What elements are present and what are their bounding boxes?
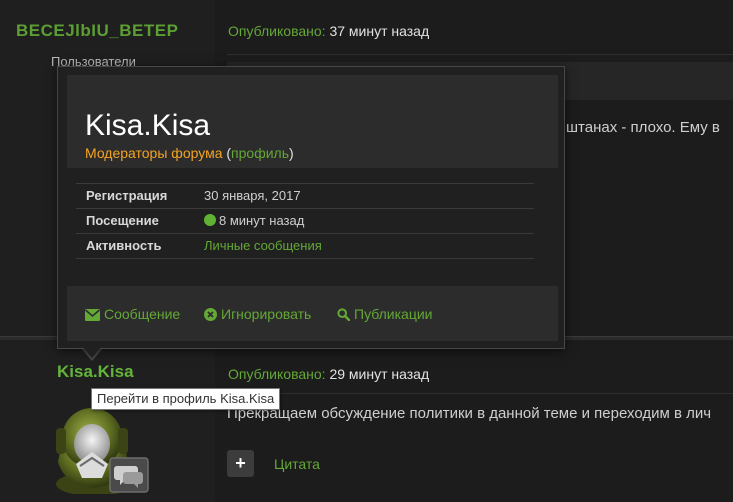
- user-group-label: Модераторы форума: [85, 145, 223, 161]
- publications-button[interactable]: Публикации: [337, 306, 432, 322]
- info-key: Активность: [86, 238, 162, 253]
- hovercard-actions: Сообщение Игнорировать Публикации: [67, 286, 558, 341]
- forum-topic-page: BECEJlbIU_BETEP Пользователи Опубликован…: [0, 0, 733, 502]
- info-row-activity: Активность Личные сообщения: [76, 233, 534, 259]
- hovercard-user-role: Модераторы форума (профиль): [85, 145, 294, 161]
- post1-author-name[interactable]: BECEJlbIU_BETEP: [16, 21, 178, 41]
- post2-published: Опубликовано: 29 минут назад: [228, 366, 429, 382]
- profile-hovercard: Kisa.Kisa Модераторы форума (профиль) Ре…: [57, 66, 565, 349]
- action-label: Игнорировать: [221, 306, 312, 322]
- info-key: Посещение: [86, 213, 159, 228]
- action-label: Публикации: [354, 306, 433, 322]
- post1-published: Опубликовано: 37 минут назад: [228, 23, 429, 39]
- published-label: Опубликовано:: [228, 366, 326, 382]
- info-value: 8 минут назад: [219, 213, 305, 228]
- paren-open: (: [222, 145, 232, 161]
- ignore-icon: [204, 308, 217, 321]
- search-icon: [337, 308, 351, 322]
- info-row-registration: Регистрация 30 января, 2017: [76, 183, 534, 208]
- online-status-icon: [204, 214, 216, 226]
- post1-text: штанах - плохо. Ему в: [566, 119, 720, 136]
- published-label: Опубликовано:: [228, 23, 326, 39]
- post2-text: Прекращаем обсуждение политики в данной …: [227, 405, 712, 422]
- profile-tooltip: Перейти в профиль Kisa.Kisa: [91, 388, 281, 410]
- info-value: 30 января, 2017: [204, 188, 301, 203]
- action-label: Сообщение: [104, 306, 181, 322]
- envelope-icon: [84, 309, 101, 321]
- published-time[interactable]: 29 минут назад: [329, 366, 429, 382]
- hovercard-header: Kisa.Kisa Модераторы форума (профиль): [67, 75, 558, 168]
- profile-link[interactable]: профиль: [231, 145, 289, 161]
- published-time[interactable]: 37 минут назад: [329, 23, 429, 39]
- message-button[interactable]: Сообщение: [84, 306, 181, 322]
- activity-link[interactable]: Личные сообщения: [204, 238, 322, 253]
- hovercard-info-table: Регистрация 30 января, 2017 Посещение 8 …: [76, 183, 534, 259]
- hovercard-user-name[interactable]: Kisa.Kisa: [85, 109, 210, 143]
- hovercard-arrow-inner: [82, 346, 102, 358]
- paren-close: ): [289, 145, 294, 161]
- info-key: Регистрация: [86, 188, 168, 203]
- post2-author-name[interactable]: Kisa.Kisa: [57, 362, 134, 382]
- quote-button[interactable]: Цитата: [274, 456, 320, 472]
- info-value-wrap: 8 минут назад: [204, 213, 304, 228]
- post2-header-divider: [227, 393, 733, 394]
- multiquote-button[interactable]: +: [227, 450, 254, 477]
- post1-header-divider: [227, 54, 733, 55]
- ignore-button[interactable]: Игнорировать: [204, 306, 311, 322]
- info-row-last-visit: Посещение 8 минут назад: [76, 208, 534, 233]
